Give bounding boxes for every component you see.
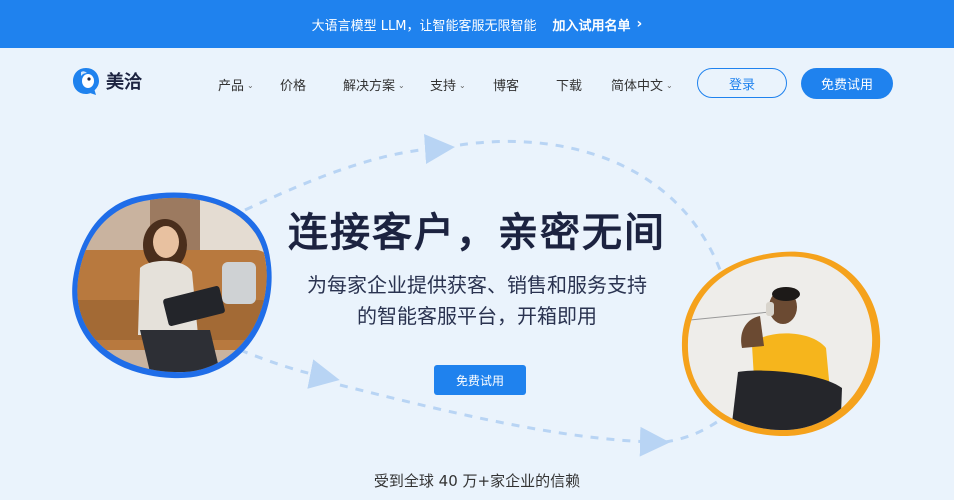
free-trial-button-nav[interactable]: 免费试用 — [801, 68, 893, 99]
banner-text: 大语言模型 LLM，让智能客服无限智能 — [311, 18, 537, 34]
nav-item-download[interactable]: 下载 — [556, 75, 582, 94]
language-select[interactable]: 简体中文 ⌄ — [611, 75, 673, 94]
chevron-down-icon: ⌄ — [666, 81, 673, 90]
nav-item-label: 解决方案 — [343, 79, 396, 94]
main-nav: 美洽 产品 ⌄ 价格 解决方案 ⌄ 支持 ⌄ 博客 下载 简体中文 ⌄ 登录 免费试用 — [0, 48, 954, 118]
promo-banner: 大语言模型 LLM，让智能客服无限智能 加入试用名单 › — [0, 0, 954, 48]
nav-item-label: 支持 — [430, 79, 457, 94]
chevron-right-icon: › — [636, 16, 643, 32]
nav-item-solutions[interactable]: 解决方案 ⌄ — [343, 75, 405, 94]
brand-name: 美洽 — [106, 72, 142, 93]
join-trial-link[interactable]: 加入试用名单 › — [553, 15, 643, 34]
hero-subtitle-line1: 为每家企业提供获客、销售和服务支持 — [307, 273, 647, 297]
nav-item-blog[interactable]: 博客 — [493, 75, 519, 94]
login-button[interactable]: 登录 — [697, 68, 787, 98]
nav-item-pricing[interactable]: 价格 — [280, 75, 306, 94]
chevron-down-icon: ⌄ — [247, 81, 254, 90]
nav-item-label: 价格 — [280, 79, 307, 94]
nav-item-label: 博客 — [493, 79, 520, 94]
hero-title: 连接客户，亲密无间 — [288, 210, 666, 256]
chevron-down-icon: ⌄ — [459, 81, 466, 90]
nav-item-support[interactable]: 支持 ⌄ — [430, 75, 466, 94]
nav-item-label: 产品 — [218, 79, 245, 94]
dashed-arc-bottom-left — [239, 348, 340, 389]
language-label: 简体中文 — [611, 79, 664, 94]
nav-item-label: 下载 — [556, 79, 583, 94]
dashed-arc-bottom-right — [664, 418, 721, 444]
brand-mark-icon — [73, 68, 99, 95]
chevron-down-icon: ⌄ — [398, 81, 405, 90]
trust-statement: 受到全球 40 万+家企业的信赖 — [373, 472, 581, 490]
hero-subtitle-line2: 的智能客服平台，开箱即用 — [357, 304, 597, 328]
nav-item-products[interactable]: 产品 ⌄ — [218, 75, 254, 94]
hero-subtitle: 为每家企业提供获客、销售和服务支持 的智能客服平台，开箱即用 — [0, 270, 954, 332]
brand-logo[interactable]: 美洽 — [72, 66, 142, 96]
join-trial-label: 加入试用名单 — [552, 18, 631, 34]
free-trial-button-hero[interactable]: 免费试用 — [434, 365, 526, 395]
